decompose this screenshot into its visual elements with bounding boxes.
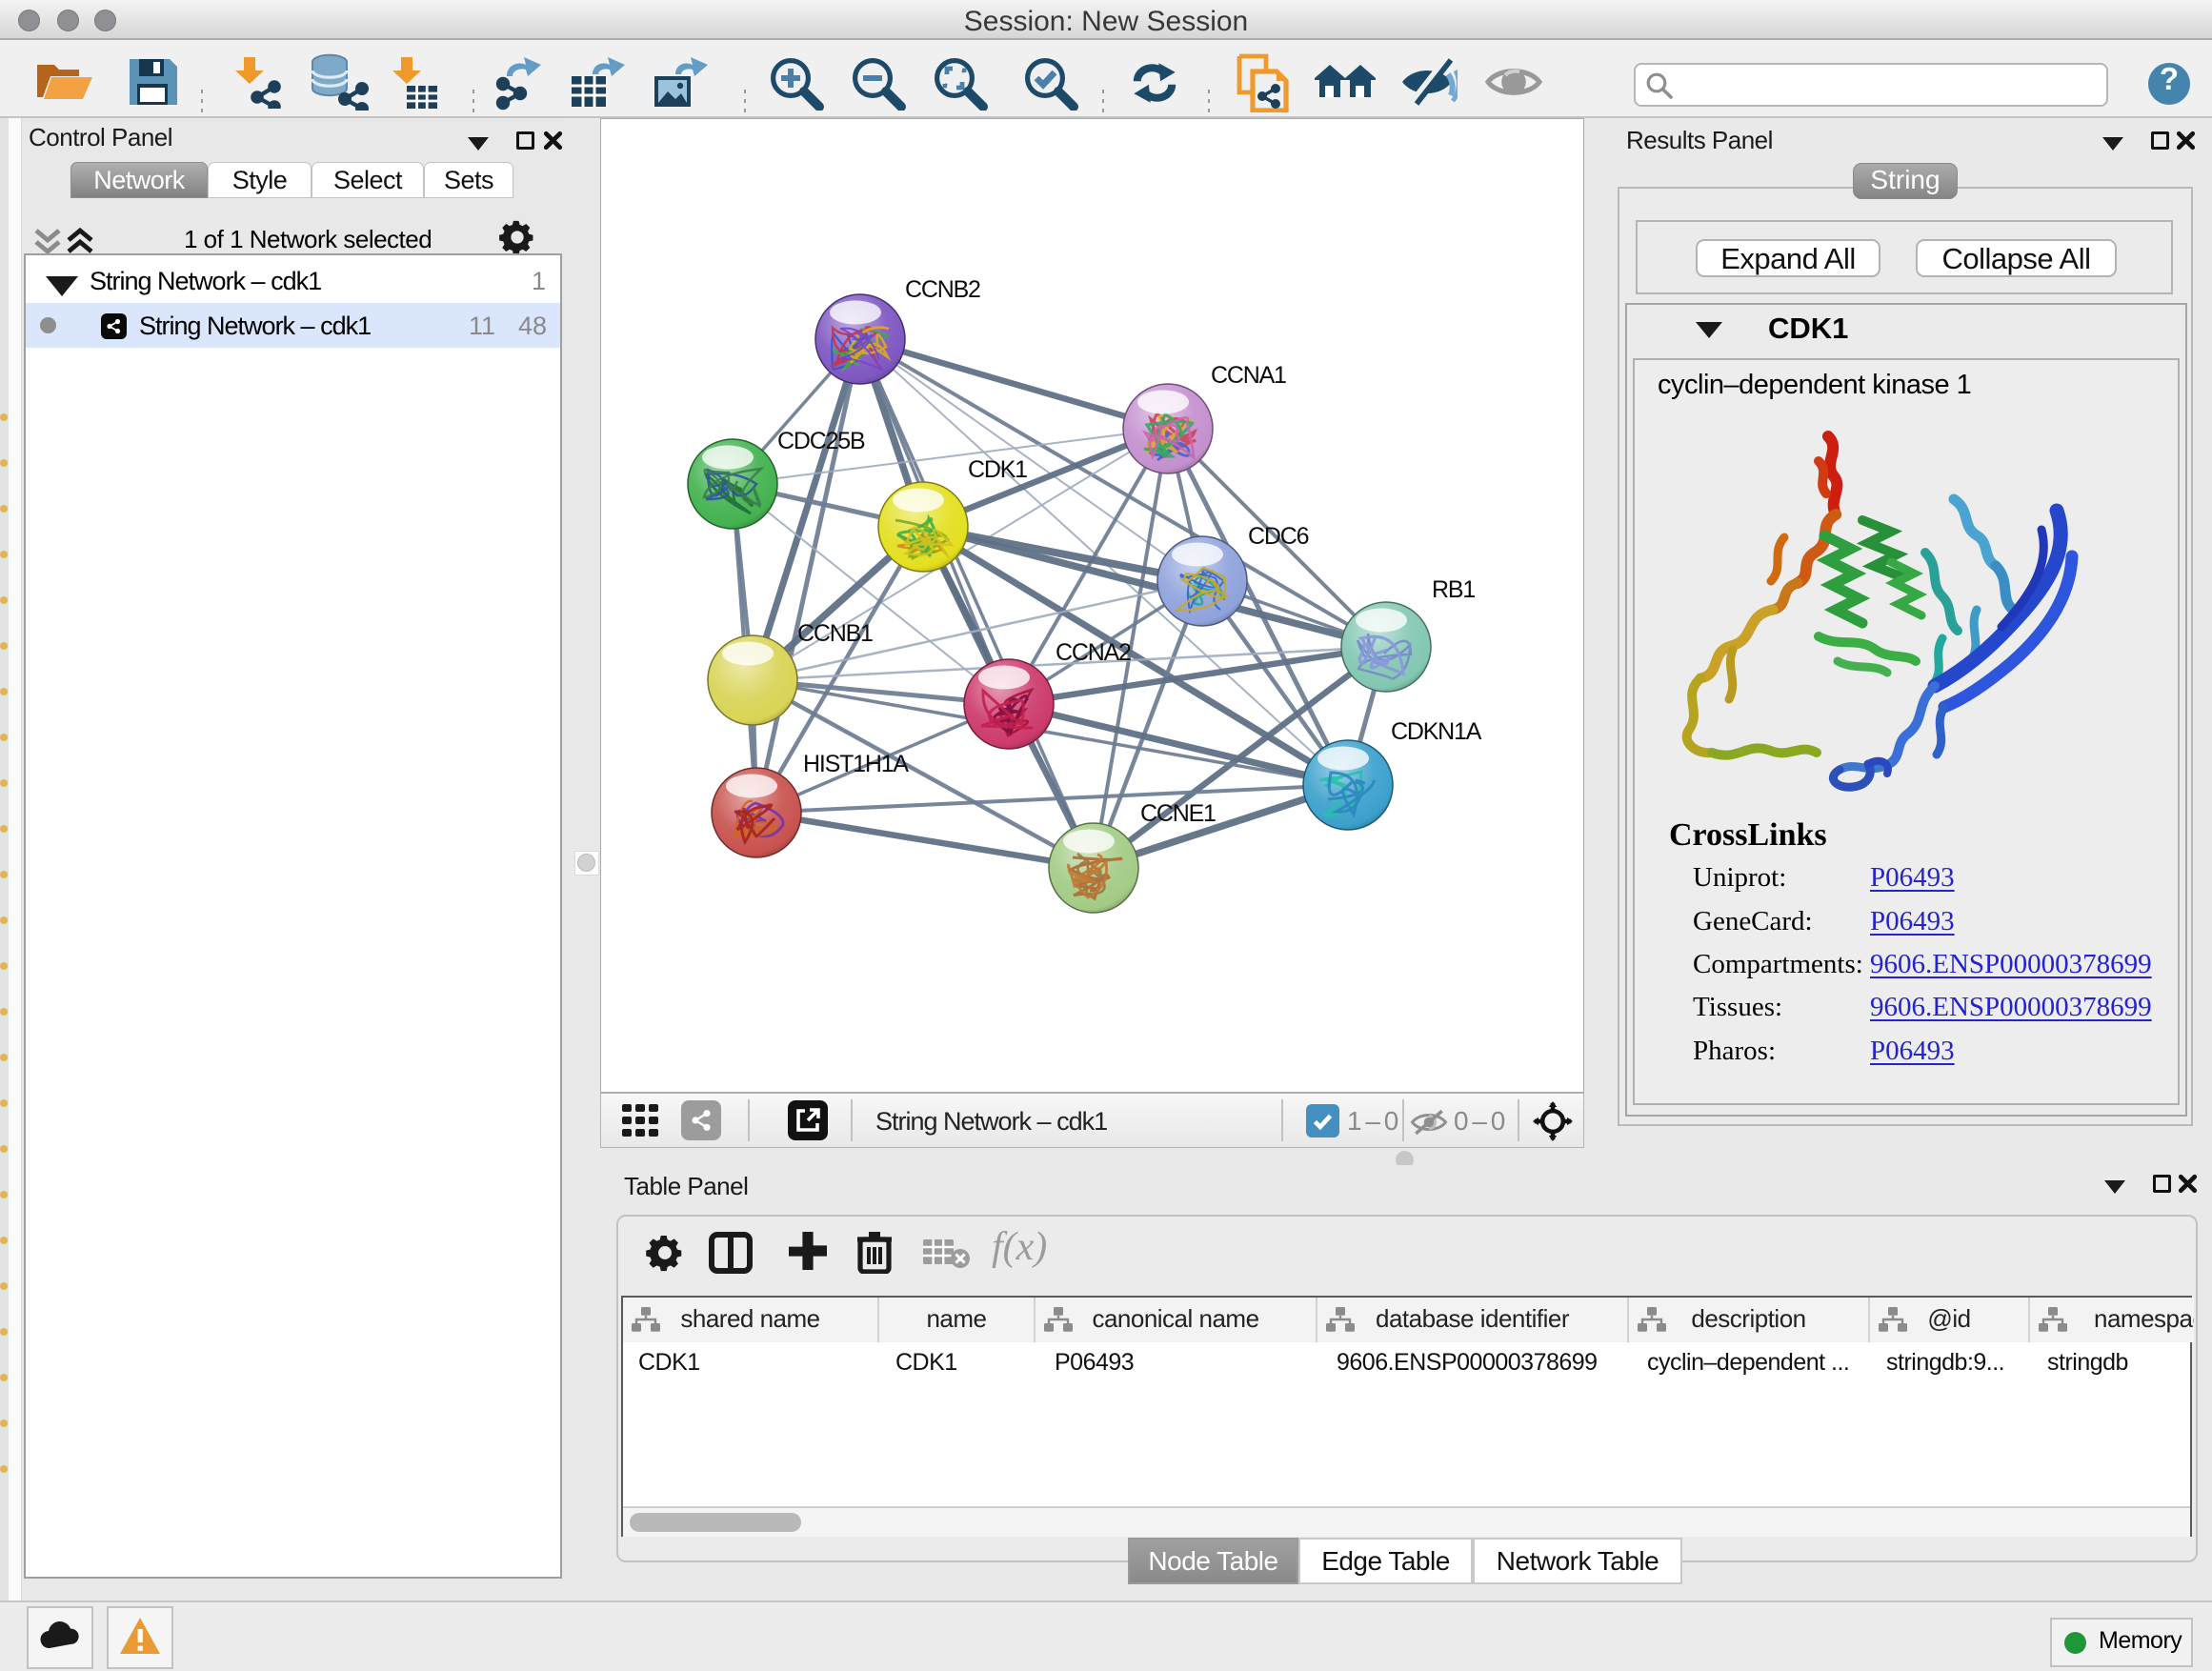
- svg-text:CCNA1: CCNA1: [1211, 362, 1286, 389]
- svg-text:CCNA2: CCNA2: [1056, 639, 1131, 666]
- svg-text:CCNB1: CCNB1: [797, 620, 873, 647]
- svg-text:CCNE1: CCNE1: [1140, 800, 1216, 827]
- svg-text:CDKN1A: CDKN1A: [1391, 718, 1482, 745]
- svg-text:CDC6: CDC6: [1248, 523, 1309, 550]
- svg-text:RB1: RB1: [1432, 576, 1475, 603]
- svg-text:CDC25B: CDC25B: [777, 428, 865, 454]
- svg-text:HIST1H1A: HIST1H1A: [803, 751, 909, 777]
- svg-text:CDK1: CDK1: [968, 456, 1027, 483]
- svg-text:CCNB2: CCNB2: [905, 276, 980, 303]
